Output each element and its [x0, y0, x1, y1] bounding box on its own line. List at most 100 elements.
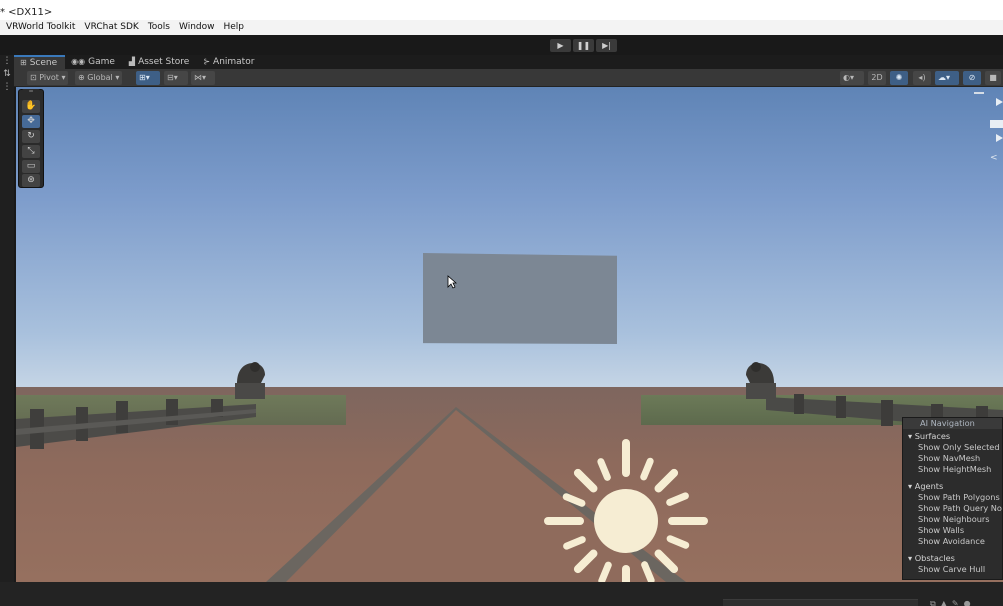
- tab-asset-store[interactable]: ▟ Asset Store: [123, 55, 197, 69]
- snap-increment-button[interactable]: ⊟▾: [164, 71, 188, 85]
- ai-navigation-overlay: AI Navigation ▾ Surfaces Show Only Selec…: [902, 417, 1003, 580]
- toggle-show-path-polygons[interactable]: Show Path Polygons: [903, 492, 1002, 503]
- tab-label: Game: [88, 57, 115, 67]
- lion-statue-right: [746, 362, 776, 399]
- global-dropdown[interactable]: ⊕ Global ▾: [75, 71, 123, 85]
- move-tool[interactable]: ✥: [22, 115, 40, 128]
- sort-icon[interactable]: ⇅: [0, 68, 14, 81]
- section-label: Agents: [914, 481, 944, 491]
- unity-editor: * <DX11> VRWorld Toolkit VRChat SDK Tool…: [0, 0, 1003, 606]
- toggle-show-path-query-nodes[interactable]: Show Path Query Nodes: [903, 503, 1002, 514]
- move-icon: ✥: [27, 116, 35, 126]
- menu-vrworld-toolkit[interactable]: VRWorld Toolkit: [6, 20, 75, 35]
- camera-settings-button[interactable]: ■: [985, 71, 1001, 85]
- selected-plane-object[interactable]: [423, 253, 617, 344]
- lighting-toggle[interactable]: ✺: [890, 71, 908, 85]
- ai-navigation-title[interactable]: AI Navigation: [903, 418, 1002, 429]
- scene-viewport[interactable]: [16, 87, 1003, 582]
- info-icon[interactable]: ●: [964, 599, 971, 606]
- play-toolbar: ▶ ❚❚ ▶|: [0, 35, 1003, 55]
- menu-tools[interactable]: Tools: [148, 20, 170, 35]
- layers-icon[interactable]: ⧉: [930, 599, 936, 606]
- orientation-gizmo[interactable]: <: [970, 88, 1003, 168]
- tab-game[interactable]: ◉◉ Game: [65, 55, 123, 69]
- lightbulb-icon: ✺: [895, 73, 903, 82]
- animator-icon: ⊱: [203, 57, 211, 66]
- rect-tool[interactable]: ▭: [22, 160, 40, 173]
- hand-icon: ✋: [25, 101, 37, 111]
- section-label: Surfaces: [914, 431, 951, 441]
- rect-icon: ▭: [26, 161, 36, 171]
- menu-vrchat-sdk[interactable]: VRChat SDK: [84, 20, 138, 35]
- grid-snap-button[interactable]: ⊞▾: [136, 71, 160, 85]
- toggle-show-carve-hull[interactable]: Show Carve Hull: [903, 564, 1002, 575]
- lion-statue-left: [235, 362, 265, 399]
- overlay-drag-handle[interactable]: ═: [22, 89, 40, 95]
- toggle-show-heightmesh[interactable]: Show HeightMesh: [903, 464, 1002, 475]
- section-agents[interactable]: ▾ Agents: [903, 481, 1002, 492]
- ruler-icon: ⋈▾: [194, 73, 207, 82]
- railing-left: [16, 399, 256, 449]
- hand-tool[interactable]: ✋: [22, 100, 40, 113]
- toggle-show-neighbours[interactable]: Show Neighbours: [903, 514, 1002, 525]
- menu-bar: VRWorld Toolkit VRChat SDK Tools Window …: [0, 20, 1003, 35]
- svg-text:<: <: [990, 153, 998, 163]
- section-label: Obstacles: [914, 553, 955, 563]
- tab-label: Asset Store: [138, 57, 190, 67]
- snap-settings-button[interactable]: ⋈▾: [191, 71, 215, 85]
- pause-button[interactable]: ❚❚: [573, 39, 594, 52]
- global-label: Global: [87, 73, 113, 82]
- section-surfaces[interactable]: ▾ Surfaces: [903, 431, 1002, 442]
- toggle-show-navmesh[interactable]: Show NavMesh: [903, 453, 1002, 464]
- tab-label: Animator: [213, 57, 255, 67]
- directional-light-sun-icon[interactable]: [544, 439, 708, 582]
- title-bar: * <DX11>: [0, 0, 1003, 20]
- menu-help[interactable]: Help: [224, 20, 245, 35]
- scale-icon: ⤡: [27, 146, 35, 156]
- pivot-icon: ⊡: [30, 73, 37, 82]
- shading-icon: ◐▾: [843, 73, 854, 82]
- menu-window[interactable]: Window: [179, 20, 215, 35]
- toggle-show-only-selected[interactable]: Show Only Selected: [903, 442, 1002, 453]
- step-button[interactable]: ▶|: [596, 39, 617, 52]
- toggle-2d-button[interactable]: 2D: [868, 71, 886, 85]
- eye-slash-icon: ⊘: [968, 73, 976, 82]
- camera-icon: ■: [989, 73, 997, 82]
- audio-toggle[interactable]: ◂): [913, 71, 931, 85]
- lock-icon[interactable]: ▲: [941, 599, 947, 606]
- snap-icon: ⊟▾: [167, 73, 178, 82]
- rotate-tool[interactable]: ↻: [22, 130, 40, 143]
- chevron-down-icon: ▾: [908, 431, 913, 441]
- search-input[interactable]: [723, 599, 918, 606]
- hidden-objects-toggle[interactable]: ⊘: [963, 71, 981, 85]
- mouse-cursor-icon: [447, 275, 457, 289]
- scale-tool[interactable]: ⤡: [22, 145, 40, 158]
- tab-animator[interactable]: ⊱ Animator: [197, 55, 262, 69]
- more-icon[interactable]: ⋮: [0, 81, 14, 94]
- scene-toolbar: ⊡ Pivot ▾ ⊕ Global ▾ ⊞▾ ⊟▾ ⋈▾ ◐▾ 2D ✺ ◂): [14, 69, 1003, 87]
- chevron-down-icon: ▾: [115, 73, 120, 82]
- toggle-show-walls[interactable]: Show Walls: [903, 525, 1002, 536]
- grid-icon: ⊞: [20, 58, 27, 67]
- transform-tool[interactable]: ⊛: [22, 174, 40, 187]
- brush-icon[interactable]: ✎: [952, 599, 959, 606]
- chevron-down-icon: ▾: [908, 553, 913, 563]
- transform-tools-overlay: ═ ✋ ✥ ↻ ⤡ ▭ ⊛: [18, 89, 44, 188]
- 2d-label: 2D: [871, 73, 883, 82]
- more-icon[interactable]: ⋮: [0, 55, 14, 68]
- editor-tab-bar: ⊞ Scene ◉◉ Game ▟ Asset Store ⊱ Animator: [14, 55, 1003, 69]
- section-obstacles[interactable]: ▾ Obstacles: [903, 553, 1002, 564]
- tab-label: Scene: [29, 58, 58, 68]
- window-title: * <DX11>: [0, 7, 53, 18]
- left-strip: ⋮ ⇅ ⋮: [0, 55, 14, 585]
- toggle-show-avoidance[interactable]: Show Avoidance: [903, 536, 1002, 547]
- tab-scene[interactable]: ⊞ Scene: [14, 55, 66, 69]
- draw-mode-dropdown[interactable]: ◐▾: [840, 71, 864, 85]
- effects-dropdown[interactable]: ☁▾: [935, 71, 959, 85]
- pivot-dropdown[interactable]: ⊡ Pivot ▾: [27, 71, 69, 85]
- globe-icon: ⊕: [78, 73, 85, 82]
- play-button[interactable]: ▶: [550, 39, 571, 52]
- shopping-bag-icon: ▟: [128, 57, 136, 66]
- grid-snap-icon: ⊞▾: [139, 73, 150, 82]
- speaker-icon: ◂): [918, 73, 926, 82]
